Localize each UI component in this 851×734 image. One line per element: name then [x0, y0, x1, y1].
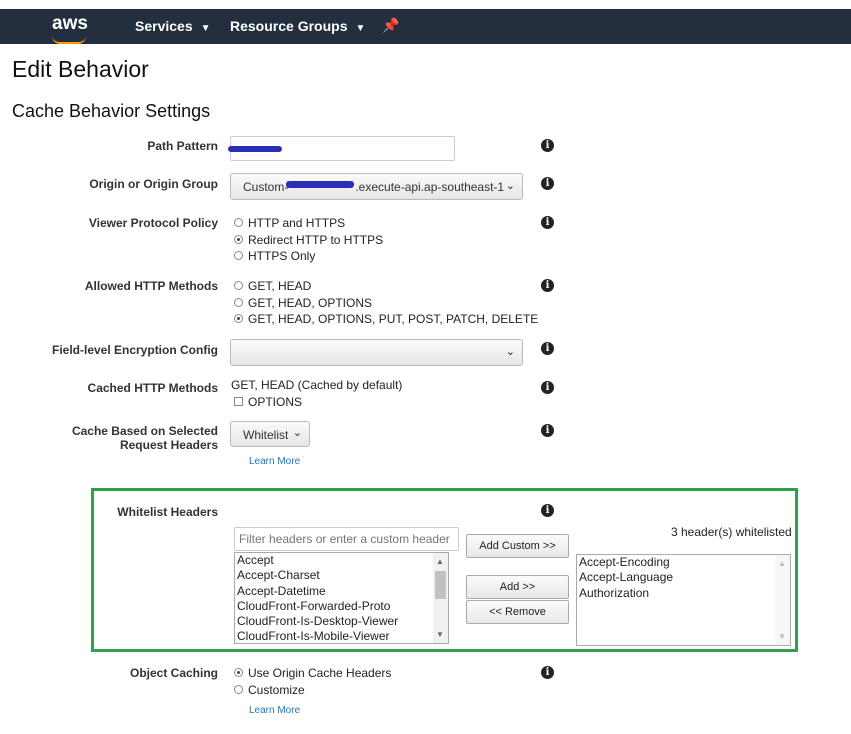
origin-value-suffix: .execute-api.ap-southeast-1 [355, 180, 505, 194]
chevron-down-icon: ⌄ [505, 180, 515, 192]
viewer-protocol-label: Viewer Protocol Policy [88, 216, 218, 230]
radio-get-head[interactable]: GET, HEAD [234, 279, 311, 293]
info-icon[interactable]: i [541, 139, 554, 152]
scroll-down-arrow-icon[interactable]: ▼ [436, 630, 444, 639]
info-icon[interactable]: i [541, 504, 554, 517]
pin-icon[interactable]: 📌 [382, 17, 399, 34]
remove-button[interactable]: << Remove [466, 600, 569, 624]
option-label: Customize [248, 683, 305, 697]
allowed-methods-label: Allowed HTTP Methods [84, 279, 218, 293]
origin-select-value: Custom- .execute-api.ap-southeast-1 [243, 180, 504, 194]
option-label: Use Origin Cache Headers [248, 666, 392, 680]
options-checkbox[interactable]: OPTIONS [234, 395, 302, 409]
list-item[interactable]: Accept [235, 553, 448, 568]
list-item[interactable]: Accept-Encoding [577, 555, 790, 570]
checkbox-label: OPTIONS [248, 395, 303, 409]
option-label: HTTPS Only [248, 249, 316, 263]
radio-https-only[interactable]: HTTPS Only [234, 249, 315, 263]
chevron-down-icon: ⌄ [505, 346, 515, 358]
option-label: GET, HEAD, OPTIONS, PUT, POST, PATCH, DE… [248, 312, 539, 326]
info-icon[interactable]: i [541, 279, 554, 292]
radio-button[interactable] [234, 281, 243, 290]
list-item[interactable]: CloudFront-Forwarded-Proto [235, 599, 448, 614]
origin-select[interactable]: Custom- .execute-api.ap-southeast-1 ⌄ [230, 173, 523, 200]
aws-logo-smile [52, 36, 86, 44]
scrollbar-thumb[interactable] [435, 571, 446, 599]
radio-http-and-https[interactable]: HTTP and HTTPS [234, 216, 345, 230]
info-icon[interactable]: i [541, 381, 554, 394]
object-caching-label: Object Caching [129, 666, 218, 680]
info-icon[interactable]: i [541, 342, 554, 355]
radio-button[interactable] [234, 298, 243, 307]
available-headers-list[interactable]: Accept Accept-Charset Accept-Datetime Cl… [234, 552, 449, 644]
radio-redirect-to-https[interactable]: Redirect HTTP to HTTPS [234, 233, 383, 247]
origin-value-prefix: Custom- [243, 180, 289, 194]
option-label: Redirect HTTP to HTTPS [248, 233, 384, 247]
option-label: GET, HEAD [248, 279, 312, 293]
redaction-scribble [228, 146, 282, 152]
cache-headers-select[interactable]: Whitelist ⌄ [230, 421, 310, 447]
path-pattern-label: Path Pattern [147, 139, 218, 153]
scroll-up-arrow-icon[interactable]: ▲ [778, 559, 786, 568]
list-item[interactable]: Accept-Language [577, 570, 790, 585]
whitelisted-count: 3 header(s) whitelisted [671, 525, 792, 539]
scroll-down-arrow-icon[interactable]: ▼ [778, 632, 786, 641]
add-button[interactable]: Add >> [466, 575, 569, 599]
learn-more-link[interactable]: Learn More [249, 705, 300, 716]
cached-methods-label: Cached HTTP Methods [87, 381, 218, 395]
page-title: Edit Behavior [12, 56, 149, 82]
cached-methods-text: GET, HEAD (Cached by default) [231, 378, 403, 392]
learn-more-link[interactable]: Learn More [249, 456, 300, 467]
fle-config-label: Field-level Encryption Config [51, 343, 218, 357]
list-item[interactable]: Accept-Charset [235, 568, 448, 583]
list-item[interactable]: Authorization [577, 586, 790, 601]
cache-headers-label: Cache Based on Selected Request Headers [8, 424, 218, 452]
aws-logo[interactable]: aws [52, 13, 88, 35]
whitelist-headers-label: Whitelist Headers [117, 505, 218, 519]
option-label: GET, HEAD, OPTIONS [248, 296, 373, 310]
cache-headers-value: Whitelist [243, 428, 289, 442]
origin-label: Origin or Origin Group [89, 177, 218, 191]
info-icon[interactable]: i [541, 424, 554, 437]
radio-button[interactable] [234, 235, 243, 244]
top-nav-bar: aws Services ▼ Resource Groups ▼ 📌 [0, 9, 851, 44]
radio-button[interactable] [234, 251, 243, 260]
label-line-1: Cache Based on Selected [71, 424, 218, 438]
radio-button[interactable] [234, 668, 243, 677]
list-item[interactable]: CloudFront-Is-Desktop-Viewer [235, 614, 448, 629]
radio-get-head-options[interactable]: GET, HEAD, OPTIONS [234, 296, 372, 310]
header-filter-input[interactable] [234, 527, 459, 551]
services-menu[interactable]: Services ▼ [135, 18, 211, 34]
services-label: Services [135, 18, 193, 34]
list-item[interactable]: Accept-Datetime [235, 584, 448, 599]
option-label: HTTP and HTTPS [248, 216, 346, 230]
info-icon[interactable]: i [541, 666, 554, 679]
radio-button[interactable] [234, 314, 243, 323]
label-line-2: Request Headers [119, 438, 218, 452]
add-custom-button[interactable]: Add Custom >> [466, 534, 569, 558]
scrollbar[interactable]: ▲ ▼ [433, 553, 448, 643]
scrollbar[interactable]: ▲ ▼ [775, 555, 790, 645]
radio-button[interactable] [234, 685, 243, 694]
section-title: Cache Behavior Settings [12, 101, 211, 121]
fle-config-select[interactable]: ⌄ [230, 339, 523, 366]
redaction-scribble [286, 181, 354, 188]
whitelisted-headers-list[interactable]: Accept-Encoding Accept-Language Authoriz… [576, 554, 791, 646]
radio-all-methods[interactable]: GET, HEAD, OPTIONS, PUT, POST, PATCH, DE… [234, 312, 538, 326]
chevron-down-icon: ▼ [355, 23, 366, 34]
resource-groups-menu[interactable]: Resource Groups ▼ [230, 18, 365, 34]
scroll-up-arrow-icon[interactable]: ▲ [436, 557, 444, 566]
resource-groups-label: Resource Groups [230, 18, 348, 34]
radio-customize[interactable]: Customize [234, 683, 305, 697]
list-item[interactable]: CloudFront-Is-Mobile-Viewer [235, 629, 448, 643]
radio-use-origin-cache-headers[interactable]: Use Origin Cache Headers [234, 666, 391, 680]
info-icon[interactable]: i [541, 216, 554, 229]
chevron-down-icon: ▼ [200, 23, 211, 34]
checkbox[interactable] [234, 397, 243, 406]
chevron-down-icon: ⌄ [292, 427, 302, 439]
info-icon[interactable]: i [541, 177, 554, 190]
radio-button[interactable] [234, 218, 243, 227]
